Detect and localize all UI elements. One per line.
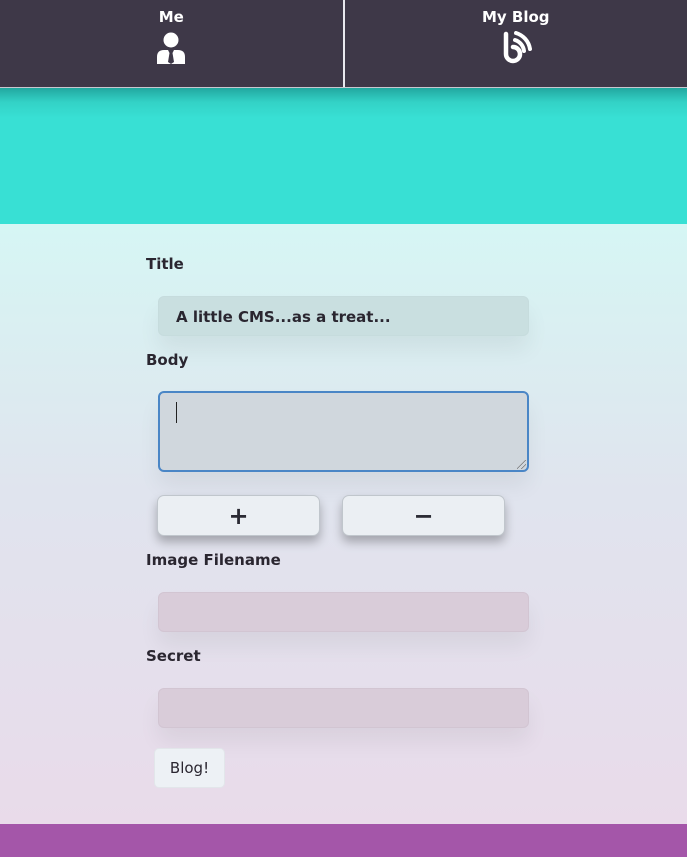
resize-handle[interactable] xyxy=(517,460,526,469)
add-section-button[interactable]: + xyxy=(157,495,320,536)
nav-item-me[interactable]: Me xyxy=(0,0,343,87)
footer-bar xyxy=(0,824,687,857)
hero-banner xyxy=(0,88,687,224)
blog-feed-icon xyxy=(503,31,532,64)
blog-post-form: Title A little CMS...as a treat... Body … xyxy=(0,224,687,824)
image-filename-label: Image Filename xyxy=(146,551,281,569)
image-filename-input[interactable] xyxy=(158,592,529,632)
title-label: Title xyxy=(146,255,184,273)
secret-label: Secret xyxy=(146,647,201,665)
blog-submit-button[interactable]: Blog! xyxy=(154,748,225,788)
user-icon xyxy=(157,32,186,64)
nav-item-my-blog[interactable]: My Blog xyxy=(342,0,687,87)
body-textarea[interactable] xyxy=(158,391,529,472)
top-navigation: Me My Blog xyxy=(0,0,687,88)
text-caret xyxy=(176,402,177,423)
secret-input[interactable] xyxy=(158,688,529,728)
title-input[interactable]: A little CMS...as a treat... xyxy=(158,296,529,336)
remove-section-button[interactable]: − xyxy=(342,495,505,536)
nav-item-me-label: Me xyxy=(158,8,184,26)
nav-item-my-blog-label: My Blog xyxy=(481,8,550,26)
body-label: Body xyxy=(146,351,189,369)
